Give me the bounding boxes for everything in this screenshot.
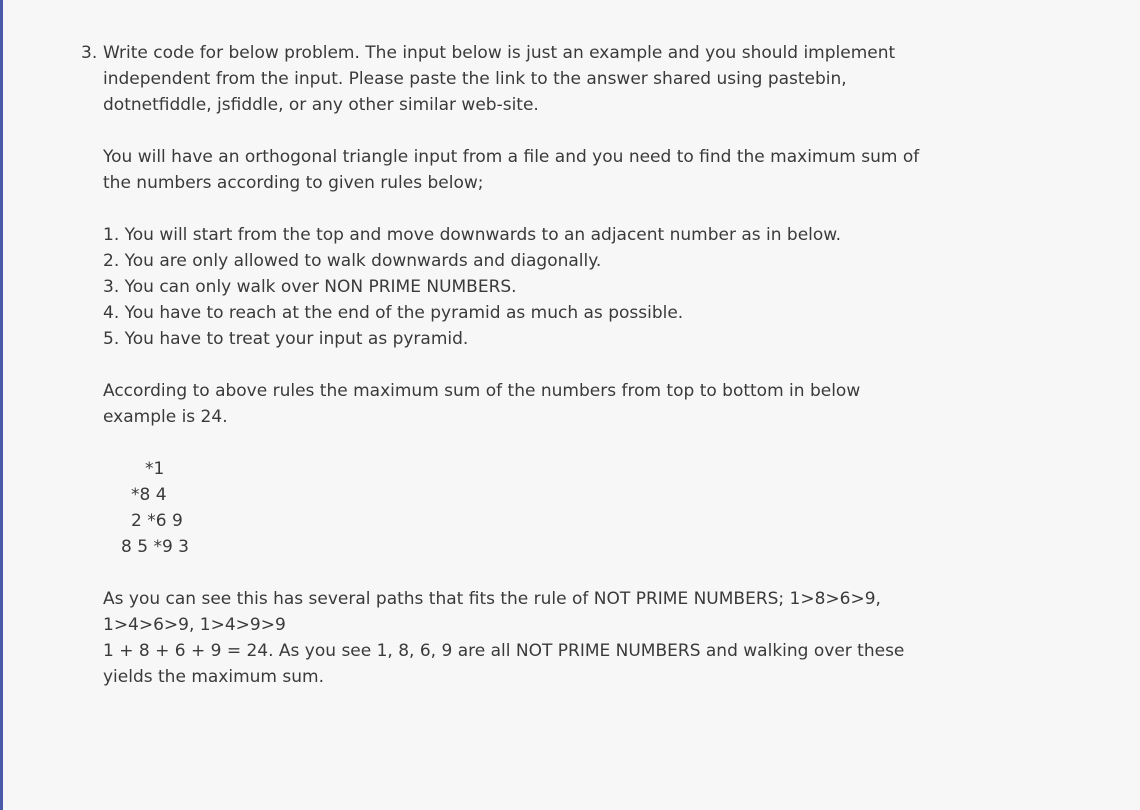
intro-line: independent from the input. Please paste…: [103, 69, 847, 89]
pyramid-row: *1: [145, 459, 165, 479]
question-number: 3.: [81, 43, 98, 63]
intro-line: Write code for below problem. The input …: [103, 43, 896, 63]
rule-item: 1. You will start from the top and move …: [103, 225, 842, 245]
description-line: the numbers according to given rules bel…: [103, 173, 484, 193]
rule-item: 3. You can only walk over NON PRIME NUMB…: [103, 277, 517, 297]
explanation-line: yields the maximum sum.: [103, 667, 324, 687]
pyramid-row: 8 5 *9 3: [121, 537, 189, 557]
pyramid-row: 2 *6 9: [131, 511, 183, 531]
rule-item: 4. You have to reach at the end of the p…: [103, 303, 684, 323]
pyramid-row: *8 4: [131, 485, 167, 505]
explanation-line: 1>4>6>9, 1>4>9>9: [103, 615, 286, 635]
rule-item: 5. You have to treat your input as pyram…: [103, 329, 469, 349]
example-pyramid: *1 *8 4 2 *6 9 8 5 *9 3: [81, 456, 1121, 560]
example-intro-line: According to above rules the maximum sum…: [103, 381, 861, 401]
question-panel: 3. Write code for below problem. The inp…: [0, 0, 1140, 810]
rule-item: 2. You are only allowed to walk downward…: [103, 251, 602, 271]
explanation-line: As you can see this has several paths th…: [103, 589, 881, 609]
explanation-line: 1 + 8 + 6 + 9 = 24. As you see 1, 8, 6, …: [103, 641, 905, 661]
question-first-line: 3. Write code for below problem. The inp…: [81, 40, 1121, 66]
intro-line: dotnetfiddle, jsfiddle, or any other sim…: [103, 95, 539, 115]
question-body: 3. Write code for below problem. The inp…: [81, 40, 1121, 690]
example-intro-line: example is 24.: [103, 407, 228, 427]
description-line: You will have an orthogonal triangle inp…: [103, 147, 920, 167]
